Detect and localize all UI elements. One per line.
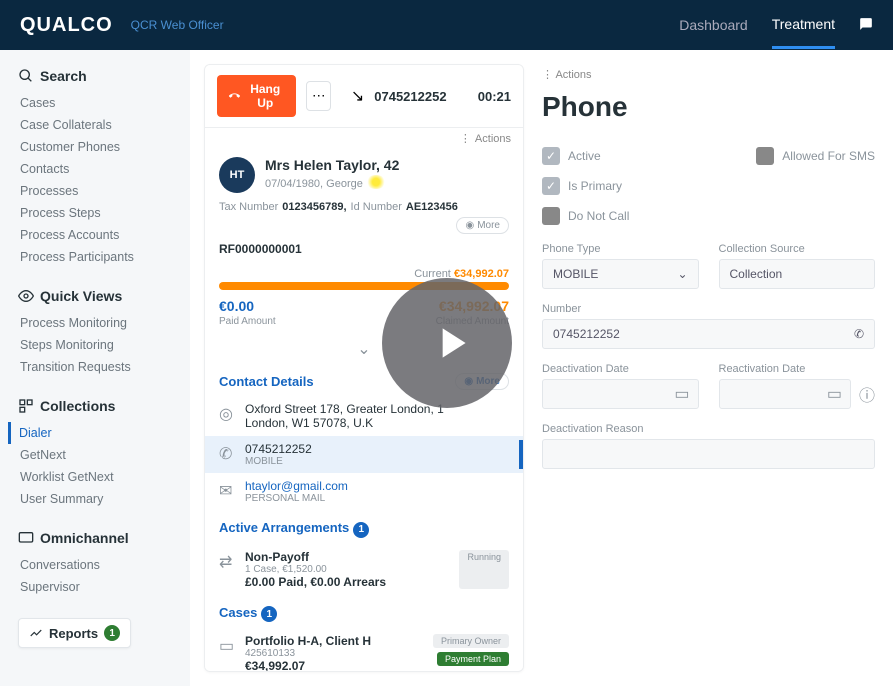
app-subtitle: QCR Web Officer — [131, 18, 224, 32]
sidebar-item-supervisor[interactable]: Supervisor — [18, 576, 180, 598]
cursor-icon — [366, 175, 386, 189]
reports-count-badge: 1 — [104, 625, 120, 641]
sidebar-item-user-summary[interactable]: User Summary — [18, 488, 180, 510]
sidebar-item-worklist-getnext[interactable]: Worklist GetNext — [18, 466, 180, 488]
chevron-down-icon: ⌄ — [677, 267, 687, 281]
nav-dashboard[interactable]: Dashboard — [679, 17, 748, 47]
phone-panel-title: Phone — [542, 91, 875, 123]
sidebar-omni-header: Omnichannel — [18, 530, 180, 546]
sidebar-item-customer-phones[interactable]: Customer Phones — [18, 136, 180, 158]
reactivation-date-input[interactable]: ▭ — [719, 379, 851, 409]
sidebar-item-getnext[interactable]: GetNext — [18, 444, 180, 466]
phone-actions-link[interactable]: Actions — [555, 69, 591, 81]
play-button-overlay[interactable] — [382, 278, 512, 408]
reference-number: RF0000000001 — [205, 238, 523, 260]
sidebar-item-steps-monitoring[interactable]: Steps Monitoring — [18, 334, 180, 356]
sidebar-item-process-monitoring[interactable]: Process Monitoring — [18, 312, 180, 334]
customer-dob: 07/04/1980, George — [265, 173, 399, 190]
deactivation-reason-input[interactable] — [542, 439, 875, 469]
location-icon: ◎ — [219, 404, 235, 424]
customer-avatar: HT — [219, 157, 255, 193]
case-row[interactable]: ▭ Portfolio H-A, Client H 425610133 €34,… — [205, 628, 523, 672]
sidebar-item-conversations[interactable]: Conversations — [18, 554, 180, 576]
customer-more-button[interactable]: ◉ More — [456, 217, 509, 234]
call-number: 0745212252 — [374, 89, 446, 104]
sidebar: Search Cases Case Collaterals Customer P… — [0, 50, 190, 686]
info-icon[interactable]: ⓘ — [859, 382, 875, 406]
customer-name: Mrs Helen Taylor, 42 — [265, 157, 399, 173]
phone-icon: ✆ — [219, 444, 235, 464]
sidebar-quickviews-header: Quick Views — [18, 288, 180, 304]
reports-button[interactable]: Reports 1 — [18, 618, 131, 648]
phone-detail-panel: ⋮ Actions Phone ✓Active Allowed For SMS … — [524, 64, 893, 672]
sidebar-item-process-participants[interactable]: Process Participants — [18, 246, 180, 268]
top-bar: QUALCO QCR Web Officer Dashboard Treatme… — [0, 0, 893, 50]
checkbox-do-not-call[interactable]: Do Not Call — [542, 207, 875, 225]
calendar-icon: ▭ — [674, 384, 689, 404]
case-owner-tag: Primary Owner — [433, 634, 509, 648]
sidebar-collections-header: Collections — [18, 398, 180, 414]
case-plan-tag: Payment Plan — [437, 652, 509, 666]
contact-address[interactable]: ◎ Oxford Street 178, Greater London, 1 L… — [205, 396, 523, 436]
chevron-down-icon[interactable]: ⌄ — [357, 341, 370, 358]
nav-treatment[interactable]: Treatment — [772, 16, 835, 49]
sidebar-search-header: Search — [18, 68, 180, 84]
call-more-button[interactable]: ⋯ — [306, 81, 330, 111]
deactivation-date-input[interactable]: ▭ — [542, 379, 699, 409]
sidebar-item-transition-requests[interactable]: Transition Requests — [18, 356, 180, 378]
checkbox-active[interactable]: ✓Active — [542, 147, 601, 165]
calendar-icon: ▭ — [827, 384, 842, 404]
call-timer: 00:21 — [478, 89, 511, 104]
sidebar-item-process-accounts[interactable]: Process Accounts — [18, 224, 180, 246]
handshake-icon: ⇄ — [219, 552, 235, 589]
collection-source-input[interactable]: Collection — [719, 259, 876, 289]
paid-amount: €0.00 — [219, 298, 254, 314]
messages-icon[interactable] — [859, 17, 873, 34]
contact-email[interactable]: ✉ htaylor@gmail.com PERSONAL MAIL — [205, 473, 523, 510]
phone-type-select[interactable]: MOBILE⌄ — [542, 259, 699, 289]
contact-details-header: Contact Details — [219, 374, 314, 389]
arrangement-row[interactable]: ⇄ Non-Payoff 1 Case, €1,520.00 £0.00 Pai… — [205, 544, 523, 595]
sidebar-item-case-collaterals[interactable]: Case Collaterals — [18, 114, 180, 136]
email-icon: ✉ — [219, 481, 235, 501]
checkbox-allowed-sms[interactable]: Allowed For SMS — [756, 147, 875, 165]
sidebar-item-dialer[interactable]: Dialer — [8, 422, 180, 444]
folder-icon: ▭ — [219, 636, 235, 672]
arrangement-status: Running — [459, 550, 509, 589]
phone-icon: ✆ — [854, 327, 864, 341]
phone-outgoing-icon: ↘ — [351, 86, 364, 106]
brand-logo: QUALCO — [20, 14, 113, 37]
sidebar-item-process-steps[interactable]: Process Steps — [18, 202, 180, 224]
arrangements-header: Active Arrangements1 — [205, 510, 523, 544]
contact-phone[interactable]: ✆ 0745212252 MOBILE — [205, 436, 523, 473]
hangup-button[interactable]: Hang Up — [217, 75, 296, 117]
sidebar-item-processes[interactable]: Processes — [18, 180, 180, 202]
checkbox-primary[interactable]: ✓Is Primary — [542, 177, 875, 195]
case-actions-link[interactable]: Actions — [475, 133, 511, 145]
sidebar-item-cases[interactable]: Cases — [18, 92, 180, 114]
phone-number-input[interactable]: 0745212252✆ — [542, 319, 875, 349]
sidebar-item-contacts[interactable]: Contacts — [18, 158, 180, 180]
cases-header: Cases1 — [205, 595, 523, 629]
